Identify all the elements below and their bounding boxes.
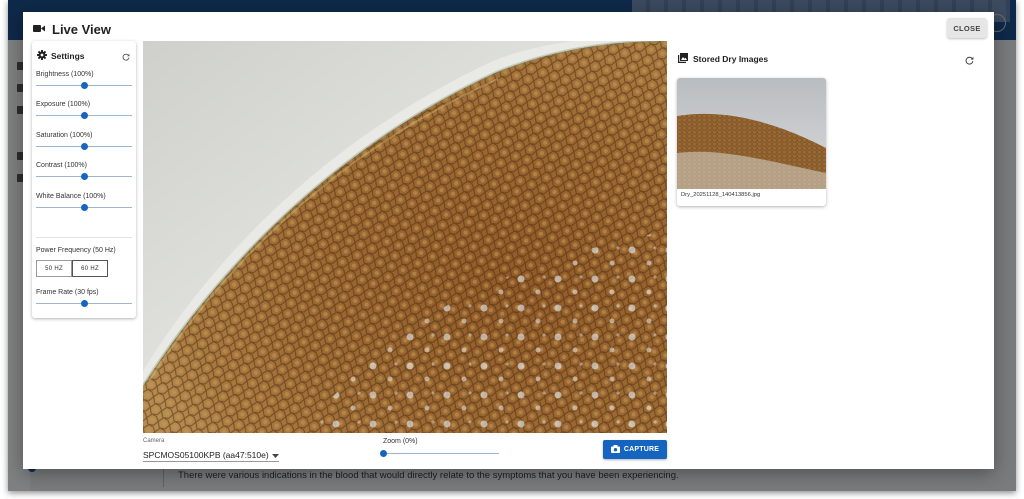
brightness-thumb[interactable]: [80, 82, 88, 89]
frame-rate-thumb[interactable]: [80, 300, 88, 307]
capture-label: CAPTURE: [623, 446, 660, 453]
dialog-header: Live View: [33, 20, 111, 38]
close-button[interactable]: CLOSE: [947, 18, 987, 38]
gear-icon: [37, 47, 47, 65]
saturation-label: Saturation (100%): [36, 132, 93, 139]
settings-title: Settings: [51, 51, 85, 61]
brightness-label: Brightness (100%): [36, 71, 94, 78]
stored-image-thumbnail[interactable]: [677, 78, 826, 189]
camera-select-value: SPCMOS05100KPB (aa47:510e): [143, 449, 269, 460]
zoom-slider[interactable]: [379, 450, 499, 457]
refresh-icon[interactable]: [965, 52, 974, 70]
settings-panel: Settings Brightness (100%) Exposure (100…: [32, 41, 136, 318]
photo-library-icon: [678, 50, 688, 68]
frame-rate-label: Frame Rate (30 fps): [36, 289, 99, 296]
stored-images-title: Stored Dry Images: [693, 54, 769, 64]
exposure-track[interactable]: [36, 112, 132, 119]
exposure-slider: Exposure (100%): [36, 101, 132, 119]
power-frequency-toggle: 50 HZ 60 HZ: [36, 260, 108, 277]
zoom-label: Zoom (0%): [383, 438, 418, 445]
live-view-dialog: Live View CLOSE Settings Brightness (100…: [23, 12, 994, 469]
camera-icon: [610, 444, 620, 455]
settings-header: Settings: [37, 47, 85, 65]
brightness-slider: Brightness (100%): [36, 71, 132, 89]
reset-settings-icon[interactable]: [122, 48, 130, 66]
white-balance-slider: White Balance (100%): [36, 193, 132, 211]
contrast-track[interactable]: [36, 173, 132, 180]
exposure-label: Exposure (100%): [36, 101, 91, 108]
frame-rate-slider: Frame Rate (30 fps): [36, 289, 132, 307]
camera-select[interactable]: SPCMOS05100KPB (aa47:510e): [143, 448, 279, 462]
zoom-thumb[interactable]: [379, 450, 387, 457]
saturation-thumb[interactable]: [80, 143, 88, 150]
dropdown-arrow-icon: [272, 450, 279, 460]
contrast-thumb[interactable]: [80, 173, 88, 180]
exposure-thumb[interactable]: [80, 112, 88, 119]
frame-rate-track[interactable]: [36, 300, 132, 307]
brightness-track[interactable]: [36, 82, 132, 89]
capture-button[interactable]: CAPTURE: [603, 440, 667, 459]
freq-50hz-button[interactable]: 50 HZ: [36, 260, 72, 277]
white-balance-track[interactable]: [36, 204, 132, 211]
power-frequency-label: Power Frequency (50 Hz): [36, 247, 116, 254]
stored-images-header: Stored Dry Images: [678, 50, 768, 68]
contrast-label: Contrast (100%): [36, 162, 87, 169]
saturation-slider: Saturation (100%): [36, 132, 132, 150]
settings-divider: [36, 237, 132, 238]
white-balance-label: White Balance (100%): [36, 193, 106, 200]
camera-label: Camera: [143, 438, 165, 444]
stored-image-card[interactable]: Dry_20251128_140413856.jpg: [677, 78, 826, 206]
contrast-slider: Contrast (100%): [36, 162, 132, 180]
stored-image-filename: Dry_20251128_140413856.jpg: [681, 192, 761, 198]
freq-60hz-button[interactable]: 60 HZ: [72, 260, 108, 277]
saturation-track[interactable]: [36, 143, 132, 150]
videocam-icon: [33, 20, 45, 38]
white-balance-thumb[interactable]: [80, 204, 88, 211]
dialog-title: Live View: [52, 21, 112, 37]
live-camera-feed: [143, 41, 667, 433]
